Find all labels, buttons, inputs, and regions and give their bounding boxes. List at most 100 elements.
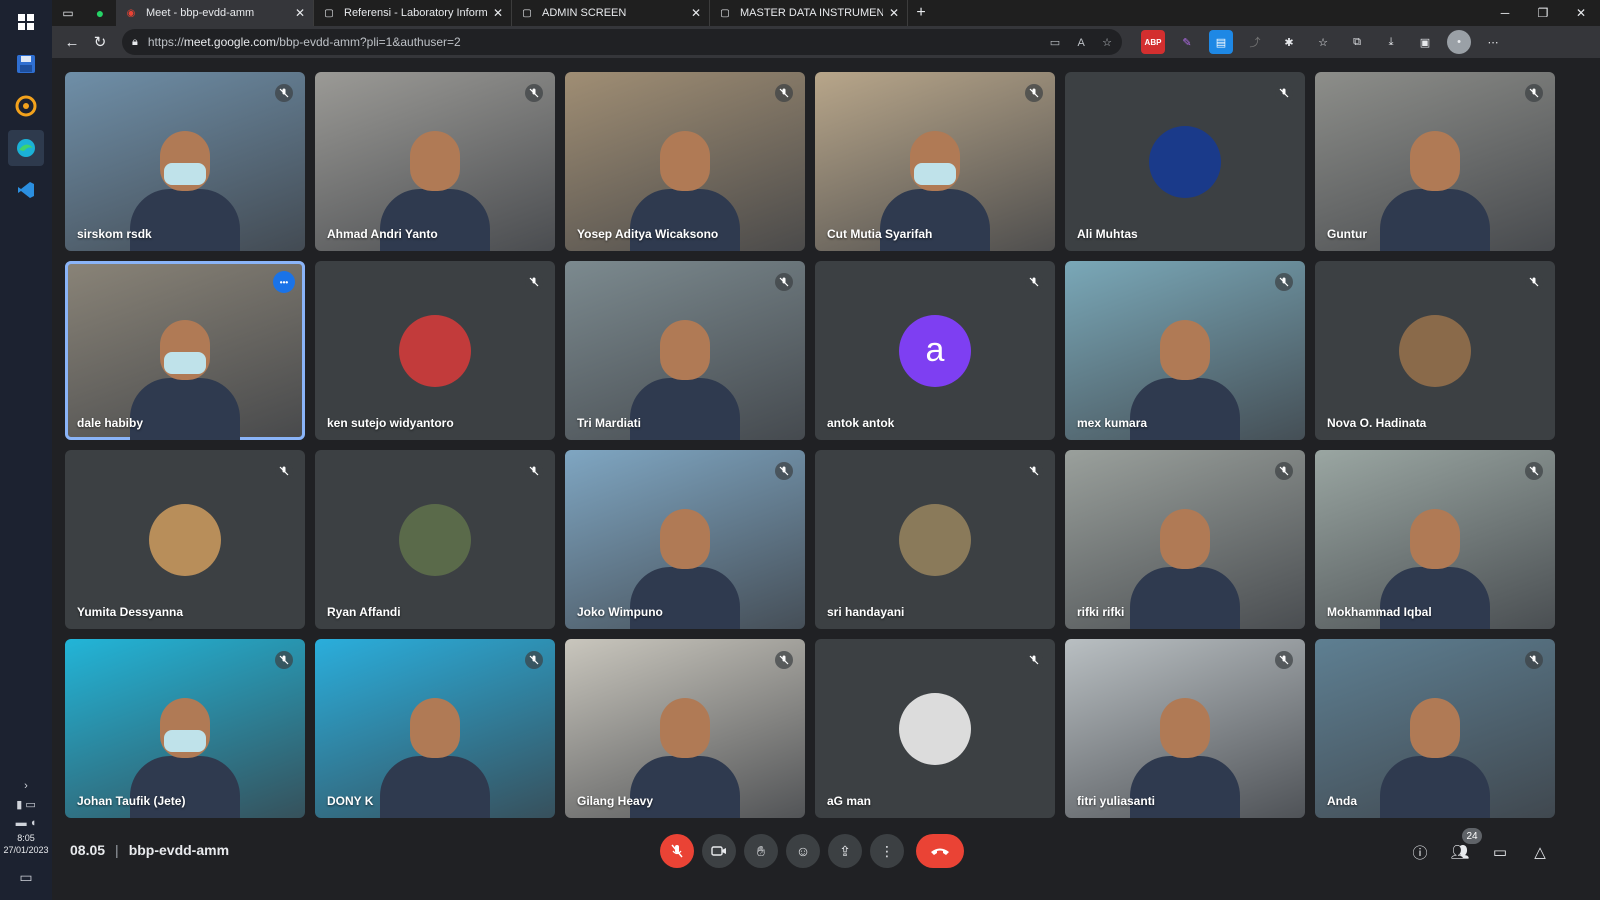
participant-avatar xyxy=(149,503,221,576)
participant-tile[interactable]: mex kumara xyxy=(1065,261,1305,440)
collections-icon[interactable]: ⧉ xyxy=(1345,30,1369,54)
tab-title: ADMIN SCREEN xyxy=(542,7,627,19)
participant-name: Tri Mardiati xyxy=(577,416,642,430)
notification-icon[interactable]: ▭ xyxy=(19,869,32,886)
end-call-icon xyxy=(931,848,949,855)
participant-tile[interactable]: Gilang Heavy xyxy=(565,639,805,818)
tab-admin-screen[interactable]: ▢ ADMIN SCREEN ✕ xyxy=(512,0,710,26)
emoji-button[interactable]: ☺ xyxy=(786,834,820,868)
people-button[interactable]: 👥︎ 24 xyxy=(1446,828,1482,866)
adblock-icon[interactable]: ABP xyxy=(1141,30,1165,54)
participant-tile[interactable]: a antok antok xyxy=(815,261,1055,440)
tray-mic-network-icon[interactable]: ▮ ▭ xyxy=(16,798,36,811)
tray-battery-volume-icon[interactable]: ▬ ◖ xyxy=(16,817,37,829)
call-controls: ✋︎ ☺ ⇪ ⋮ xyxy=(656,834,968,868)
tab-master-data[interactable]: ▢ MASTER DATA INSTRUMENTMET ✕ xyxy=(710,0,908,26)
raise-hand-button[interactable]: ✋︎ xyxy=(744,834,778,868)
downloads-icon[interactable]: ⤓ xyxy=(1379,30,1403,54)
participant-name: Ali Muhtas xyxy=(1077,227,1138,241)
end-call-button[interactable] xyxy=(916,834,964,868)
address-bar[interactable]: 🔒︎ https://meet.google.com/bbp-evdd-amm?… xyxy=(122,29,1122,55)
mic-muted-icon xyxy=(1025,651,1043,669)
tray-chevron[interactable]: › xyxy=(24,780,28,792)
mic-muted-icon xyxy=(775,651,793,669)
windows-start-icon[interactable] xyxy=(8,4,44,40)
vscode-icon[interactable] xyxy=(8,172,44,208)
browser-window: ▭ ● ◉ Meet - bbp-evdd-amm ✕ ▢ Referensi … xyxy=(52,0,1600,58)
participant-name: Guntur xyxy=(1327,227,1367,241)
people-icon: 👥︎ xyxy=(1450,844,1470,861)
participant-tile[interactable]: Tri Mardiati xyxy=(565,261,805,440)
close-tab-icon[interactable]: ✕ xyxy=(889,6,899,20)
participant-tile[interactable]: Ahmad Andri Yanto xyxy=(315,72,555,251)
participant-tile[interactable]: sri handayani xyxy=(815,450,1055,629)
participant-tile[interactable]: Mokhammad Iqbal xyxy=(1315,450,1555,629)
participant-tile[interactable]: Joko Wimpuno xyxy=(565,450,805,629)
participant-tile[interactable]: Guntur xyxy=(1315,72,1555,251)
camera-button[interactable] xyxy=(702,834,736,868)
favorites-icon[interactable]: ☆ xyxy=(1311,30,1335,54)
mic-muted-icon xyxy=(1275,273,1293,291)
participant-tile[interactable]: Ryan Affandi xyxy=(315,450,555,629)
extensions-puzzle-icon[interactable]: ✱ xyxy=(1277,30,1301,54)
profile-avatar[interactable]: • xyxy=(1447,30,1471,54)
info-button[interactable]: ⓘ xyxy=(1406,838,1434,866)
close-tab-icon[interactable]: ✕ xyxy=(295,6,305,20)
tab-meet[interactable]: ◉ Meet - bbp-evdd-amm ✕ xyxy=(116,0,314,26)
back-icon[interactable]: ← xyxy=(58,28,86,56)
whatsapp-tab-icon[interactable]: ● xyxy=(84,0,116,26)
camera-permission-icon[interactable]: ▭ xyxy=(1050,37,1060,49)
settings-more-icon[interactable]: ⋯ xyxy=(1481,30,1505,54)
tab-referensi[interactable]: ▢ Referensi - Laboratory Informatio ✕ xyxy=(314,0,512,26)
participant-tile[interactable]: sirskom rsdk xyxy=(65,72,305,251)
emoji-icon: ☺ xyxy=(795,843,811,859)
favorite-star-icon[interactable]: ☆ xyxy=(1102,37,1112,49)
screenshot-icon[interactable]: ▣ xyxy=(1413,30,1437,54)
participant-tile[interactable]: Ali Muhtas xyxy=(1065,72,1305,251)
participant-avatar: a xyxy=(899,314,971,387)
restore-icon[interactable]: ❐ xyxy=(1524,0,1562,26)
participant-tile[interactable]: Anda xyxy=(1315,639,1555,818)
participant-tile[interactable]: Nova O. Hadinata xyxy=(1315,261,1555,440)
participant-tile[interactable]: ken sutejo widyantoro xyxy=(315,261,555,440)
tab-actions-icon[interactable]: ▭ xyxy=(52,0,84,26)
participant-tile[interactable]: fitri yuliasanti xyxy=(1065,639,1305,818)
participant-avatar xyxy=(399,314,471,387)
activities-button[interactable]: △ xyxy=(1526,838,1554,866)
close-tab-icon[interactable]: ✕ xyxy=(691,6,701,20)
participant-name: Mokhammad Iqbal xyxy=(1327,605,1432,619)
taskbar-clock[interactable]: 8:05 27/01/2023 xyxy=(3,832,48,856)
participant-tile[interactable]: Yosep Aditya Wicaksono xyxy=(565,72,805,251)
app-orange-icon[interactable] xyxy=(8,88,44,124)
participant-tile[interactable]: rifki rifki xyxy=(1065,450,1305,629)
chat-button[interactable]: ▭ xyxy=(1486,838,1514,866)
meeting-separator: | xyxy=(115,842,119,858)
save-disk-icon[interactable] xyxy=(8,46,44,82)
extension-gray-icon[interactable]: ⤴ xyxy=(1243,30,1267,54)
new-tab-button[interactable]: + xyxy=(908,0,934,26)
participant-tile[interactable]: Cut Mutia Syarifah xyxy=(815,72,1055,251)
meet-control-bar: 08.05 | bbp-evdd-amm ✋︎ ☺ ⇪ ⋮ ⓘ 👥︎ 24 ▭ … xyxy=(52,828,1600,900)
activities-icon: △ xyxy=(1534,844,1546,861)
edge-browser-icon[interactable] xyxy=(8,130,44,166)
close-window-icon[interactable]: ✕ xyxy=(1562,0,1600,26)
mic-muted-icon xyxy=(275,651,293,669)
minimize-icon[interactable]: ─ xyxy=(1486,0,1524,26)
translate-extension-icon[interactable]: ▤ xyxy=(1209,30,1233,54)
tile-more-options-icon[interactable]: ••• xyxy=(273,271,295,293)
close-tab-icon[interactable]: ✕ xyxy=(493,6,503,20)
mic-off-button[interactable] xyxy=(660,834,694,868)
participant-tile[interactable]: aG man xyxy=(815,639,1055,818)
reload-icon[interactable]: ↻ xyxy=(86,28,114,56)
participant-tile[interactable]: ••• dale habiby xyxy=(65,261,305,440)
participant-tile[interactable]: DONY K xyxy=(315,639,555,818)
participant-tile[interactable]: Johan Taufik (Jete) xyxy=(65,639,305,818)
present-button[interactable]: ⇪ xyxy=(828,834,862,868)
lock-icon[interactable]: 🔒︎ xyxy=(132,36,138,49)
participant-tile[interactable]: Yumita Dessyanna xyxy=(65,450,305,629)
pen-extension-icon[interactable]: ✎ xyxy=(1175,30,1199,54)
url-domain: meet.google.com xyxy=(183,35,276,49)
more-options-button[interactable]: ⋮ xyxy=(870,834,904,868)
participant-name: Johan Taufik (Jete) xyxy=(77,794,186,808)
read-aloud-icon[interactable]: A xyxy=(1077,37,1084,49)
